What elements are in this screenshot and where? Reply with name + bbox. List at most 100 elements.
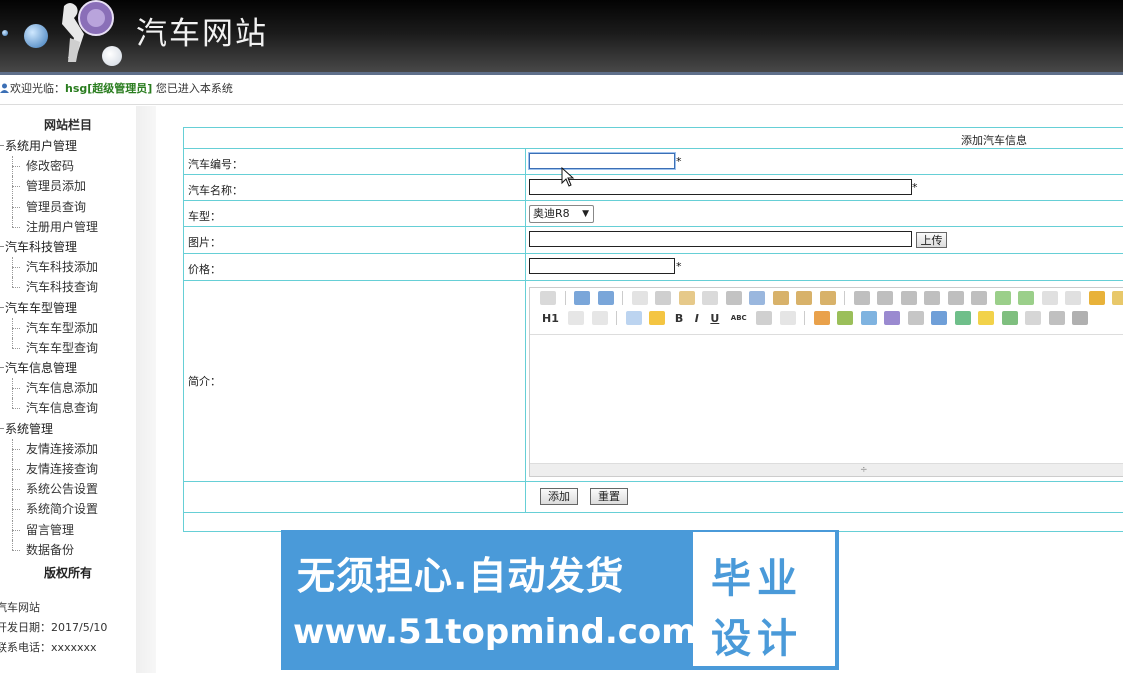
template-icon[interactable] [678, 291, 695, 305]
font-family-icon[interactable] [568, 311, 585, 325]
add-button[interactable]: 添加 [540, 488, 578, 505]
code-icon[interactable] [702, 291, 718, 305]
cut-icon[interactable] [725, 291, 742, 305]
sidebar-group-3[interactable]: 汽车信息管理 [0, 358, 136, 378]
select-all-icon[interactable] [1112, 291, 1123, 305]
car-name-input[interactable] [529, 179, 912, 195]
flash-icon[interactable] [860, 311, 877, 325]
font-color-icon[interactable] [625, 311, 642, 325]
sidebar-item[interactable]: 系统公告设置 [0, 479, 136, 500]
resize-handle-icon[interactable]: ÷ [860, 465, 868, 475]
outdent-icon[interactable] [1018, 291, 1034, 305]
sidebar-item[interactable]: 汽车车型添加 [0, 317, 136, 338]
reset-button[interactable]: 重置 [590, 488, 628, 505]
highlight-icon[interactable] [649, 311, 666, 325]
car-type-select[interactable]: 奥迪R8 ▼ [529, 205, 594, 223]
clear-format-icon[interactable] [1088, 291, 1105, 305]
heading-button[interactable]: H1 [542, 312, 559, 325]
sidebar-item-label: 留言管理 [26, 522, 75, 537]
label-car-no: 汽车编号： [188, 158, 243, 171]
sidebar-item-label: 管理员查询 [26, 199, 87, 214]
eraser-icon[interactable] [779, 311, 796, 325]
welcome-divider [0, 104, 1123, 105]
paste-icon[interactable] [772, 291, 789, 305]
collapse-icon [0, 245, 4, 247]
sidebar-item[interactable]: 汽车科技添加 [0, 257, 136, 278]
link-icon[interactable] [1072, 311, 1089, 325]
label-car-name: 汽车名称： [188, 184, 243, 197]
price-input[interactable] [529, 258, 675, 274]
paste-word-icon[interactable] [819, 291, 836, 305]
tree-line-icon [12, 257, 22, 278]
sidebar-item-label: 汽车车型查询 [26, 340, 99, 355]
table-icon[interactable] [931, 311, 948, 325]
undo-icon[interactable] [574, 291, 590, 305]
sidebar-group-1[interactable]: 汽车科技管理 [0, 237, 136, 257]
line-height-icon[interactable] [756, 311, 773, 325]
sidebar-item[interactable]: 汽车车型查询 [0, 337, 136, 358]
tree-line-icon [12, 277, 22, 297]
sidebar-item[interactable]: 友情连接查询 [0, 459, 136, 479]
row-car-type: 车型： 奥迪R8 ▼ [184, 200, 1123, 226]
sidebar-item[interactable]: 汽车信息查询 [0, 398, 136, 418]
image-path-input[interactable] [529, 231, 912, 247]
image-icon[interactable] [813, 311, 830, 325]
tree-line-icon [12, 378, 22, 399]
sidebar-item-label: 汽车信息添加 [26, 381, 99, 396]
sidebar-item[interactable]: 系统简介设置 [0, 499, 136, 520]
multi-image-icon[interactable] [837, 311, 854, 325]
align-center-icon[interactable] [877, 291, 893, 305]
editor-content-area[interactable] [530, 334, 1123, 465]
align-right-icon[interactable] [900, 291, 917, 305]
sidebar-splitter[interactable] [136, 106, 156, 673]
strikethrough-button[interactable]: ABC [731, 314, 747, 322]
align-justify-icon[interactable] [924, 291, 940, 305]
sidebar-item[interactable]: 汽车科技查询 [0, 277, 136, 297]
info-dev-date: 开发日期：2017/5/10 [0, 621, 108, 634]
sidebar-group-2[interactable]: 汽车车型管理 [0, 298, 136, 318]
media-icon[interactable] [884, 311, 901, 325]
sidebar-group-0[interactable]: 系统用户管理 [0, 136, 136, 156]
subscript-icon[interactable] [1041, 291, 1058, 305]
sidebar-group-4[interactable]: 系统管理 [0, 419, 136, 439]
sidebar-item[interactable]: 数据备份 [0, 539, 136, 560]
car-no-input[interactable] [529, 153, 675, 169]
preview-icon[interactable] [631, 291, 648, 305]
emoticon-icon[interactable] [978, 311, 995, 325]
mouse-cursor-icon [561, 167, 575, 187]
tree-line-icon [12, 438, 22, 459]
redo-icon[interactable] [597, 291, 614, 305]
bold-button[interactable]: B [675, 312, 683, 325]
align-left-icon[interactable] [853, 291, 870, 305]
sidebar-item[interactable]: 汽车信息添加 [0, 378, 136, 399]
welcome-role: [超级管理员] [87, 82, 153, 95]
copy-icon[interactable] [749, 291, 765, 305]
upload-button[interactable]: 上传 [916, 232, 947, 248]
collapse-icon [0, 306, 4, 308]
font-size-icon[interactable] [591, 311, 608, 325]
sidebar-item-label: 数据备份 [26, 542, 75, 557]
hr-icon[interactable] [954, 311, 971, 325]
paste-text-icon[interactable] [796, 291, 812, 305]
italic-button[interactable]: I [695, 312, 699, 325]
welcome-username: hsg [65, 82, 88, 95]
sidebar-item[interactable]: 注册用户管理 [0, 216, 136, 237]
indent-icon[interactable] [994, 291, 1011, 305]
sidebar-group-label: 汽车车型管理 [5, 300, 78, 315]
underline-button[interactable]: U [710, 312, 719, 325]
sidebar-item[interactable]: 管理员查询 [0, 196, 136, 217]
source-icon[interactable] [540, 291, 556, 305]
sidebar-item[interactable]: 管理员添加 [0, 176, 136, 197]
anchor-icon[interactable] [1048, 311, 1065, 325]
pagebreak-icon[interactable] [1025, 311, 1042, 325]
sidebar-item[interactable]: 友情连接添加 [0, 438, 136, 459]
print-icon[interactable] [655, 291, 671, 305]
ordered-list-icon[interactable] [947, 291, 964, 305]
watermark-banner: 无须担心.自动发货 www.51topmind.com 毕业 设计 [281, 530, 839, 670]
unordered-list-icon[interactable] [971, 291, 987, 305]
sidebar-item[interactable]: 修改密码 [0, 156, 136, 177]
map-icon[interactable] [1001, 311, 1018, 325]
attachment-icon[interactable] [907, 311, 924, 325]
sidebar-item[interactable]: 留言管理 [0, 519, 136, 540]
superscript-icon[interactable] [1065, 291, 1081, 305]
